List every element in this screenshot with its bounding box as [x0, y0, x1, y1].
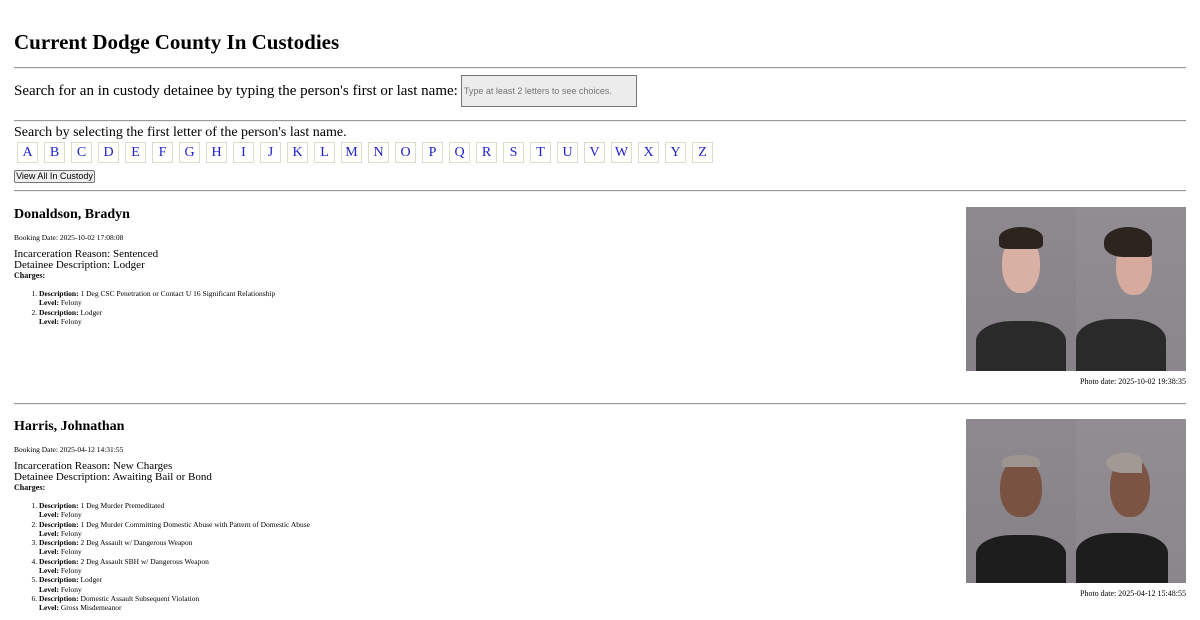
charge-item: Description: Lodger Level: Felony [39, 308, 275, 327]
charge-description: 1 Deg Murder Premeditated [80, 501, 165, 510]
mugshot-photo[interactable] [966, 419, 1186, 583]
charge-item: Description: 1 Deg Murder Premeditated Le… [39, 501, 310, 520]
mugshot-front [966, 419, 1076, 583]
charge-item: Description: 1 Deg Murder Committing Dom… [39, 520, 310, 539]
letter-link-n[interactable]: N [368, 142, 389, 163]
divider [14, 120, 1186, 122]
charge-level-label: Level: [39, 566, 59, 576]
letter-link-y[interactable]: Y [665, 142, 686, 163]
view-all-button[interactable]: View All In Custody [14, 170, 95, 183]
letter-link-l[interactable]: L [314, 142, 335, 163]
photo-date: Photo date: 2025-10-02 19:38:35 [1080, 377, 1186, 386]
charge-description-label: Description: [39, 538, 79, 548]
letter-search-label: Search by selecting the first letter of … [14, 125, 347, 140]
letter-link-j[interactable]: J [260, 142, 281, 163]
charge-description-label: Description: [39, 501, 79, 510]
letter-link-z[interactable]: Z [692, 142, 713, 163]
booking-date: Booking Date: 2025-04-12 14:31:55 [14, 445, 124, 454]
mugshot-photo[interactable] [966, 207, 1186, 371]
mugshot-profile [1076, 207, 1186, 371]
charge-description: 1 Deg Murder Committing Domestic Abuse w… [80, 519, 311, 529]
booking-date: Booking Date: 2025-10-02 17:08:08 [14, 233, 124, 242]
charge-description-label: Description: [39, 307, 79, 317]
detainee-name: Harris, Johnathan [14, 419, 125, 434]
charges-label: Charges: [14, 271, 46, 280]
charge-item: Description: Lodger Level: Felony [39, 575, 310, 594]
detainee-description: Detainee Description: Awaiting Bail or B… [14, 471, 212, 483]
charge-item: Description: 2 Deg Assault SBH w/ Danger… [39, 557, 310, 576]
charge-description: 2 Deg Assault SBH w/ Dangerous Weapon [80, 556, 209, 566]
charge-level: Felony [60, 547, 82, 557]
charges-label: Charges: [14, 483, 46, 492]
letter-link-r[interactable]: R [476, 142, 497, 163]
letter-link-q[interactable]: Q [449, 142, 470, 163]
charge-level: Felony [60, 316, 82, 326]
charge-level-label: Level: [39, 298, 59, 308]
charge-description-label: Description: [39, 289, 79, 298]
charge-item: Description: 2 Deg Assault w/ Dangerous … [39, 538, 310, 557]
letter-link-g[interactable]: G [179, 142, 200, 163]
letter-link-b[interactable]: B [44, 142, 65, 163]
letter-link-a[interactable]: A [17, 142, 38, 163]
charge-description: 1 Deg CSC Penetration or Contact U 16 Si… [80, 289, 276, 298]
charge-level-label: Level: [39, 603, 59, 613]
charge-level: Gross Misdemeanor [60, 603, 122, 613]
charge-level-label: Level: [39, 510, 59, 520]
letter-link-u[interactable]: U [557, 142, 578, 163]
charge-description-label: Description: [39, 556, 79, 566]
divider [14, 67, 1186, 69]
charge-level-label: Level: [39, 316, 59, 326]
detainee-card: Harris, Johnathan Booking Date: 2025-04-… [14, 419, 1186, 619]
charge-level-label: Level: [39, 547, 59, 557]
letter-link-x[interactable]: X [638, 142, 659, 163]
page-title: Current Dodge County In Custodies [14, 30, 340, 54]
detainee-name: Donaldson, Bradyn [14, 207, 130, 222]
letter-link-c[interactable]: C [71, 142, 92, 163]
mugshot-profile [1076, 419, 1186, 583]
search-label: Search for an in custody detainee by typ… [14, 82, 458, 99]
charge-level: Felony [60, 566, 82, 576]
letter-link-p[interactable]: P [422, 142, 443, 163]
charge-level: Felony [60, 528, 82, 538]
charges-list: Description: 1 Deg Murder Premeditated Le… [14, 501, 310, 613]
letter-link-i[interactable]: I [233, 142, 254, 163]
charge-item: Description: 1 Deg CSC Penetration or Co… [39, 289, 275, 308]
letter-link-v[interactable]: V [584, 142, 605, 163]
letter-link-t[interactable]: T [530, 142, 551, 163]
divider [14, 190, 1186, 192]
charge-level: Felony [60, 510, 82, 520]
charge-item: Description: Domestic Assault Subsequent… [39, 594, 310, 613]
charge-description-label: Description: [39, 519, 79, 529]
letter-link-s[interactable]: S [503, 142, 524, 163]
search-input[interactable] [460, 75, 637, 107]
charges-list: Description: 1 Deg CSC Penetration or Co… [14, 289, 275, 326]
charge-level-label: Level: [39, 528, 59, 538]
charge-level: Felony [60, 584, 82, 594]
divider [14, 403, 1186, 405]
mugshot-front [966, 207, 1076, 371]
charge-description-label: Description: [39, 593, 79, 603]
charge-description: Lodger [80, 307, 103, 317]
charge-description: Lodger [80, 575, 103, 585]
letter-links: ABCDEFGHIJKLMNOPQRSTUVWXYZ [17, 142, 719, 163]
letter-link-h[interactable]: H [206, 142, 227, 163]
photo-date: Photo date: 2025-04-12 15:48:55 [1080, 589, 1186, 598]
detainee-card: Donaldson, Bradyn Booking Date: 2025-10-… [14, 207, 1186, 397]
charge-description: Domestic Assault Subsequent Violation [80, 593, 200, 603]
search-row: Search for an in custody detainee by typ… [14, 74, 637, 108]
letter-link-d[interactable]: D [98, 142, 119, 163]
letter-link-o[interactable]: O [395, 142, 416, 163]
letter-link-f[interactable]: F [152, 142, 173, 163]
letter-link-e[interactable]: E [125, 142, 146, 163]
charge-level-label: Level: [39, 584, 59, 594]
charge-description-label: Description: [39, 575, 79, 585]
charge-level: Felony [60, 298, 82, 308]
charge-description: 2 Deg Assault w/ Dangerous Weapon [80, 538, 193, 548]
letter-link-w[interactable]: W [611, 142, 632, 163]
letter-link-k[interactable]: K [287, 142, 308, 163]
letter-link-m[interactable]: M [341, 142, 362, 163]
detainee-description: Detainee Description: Lodger [14, 259, 145, 271]
